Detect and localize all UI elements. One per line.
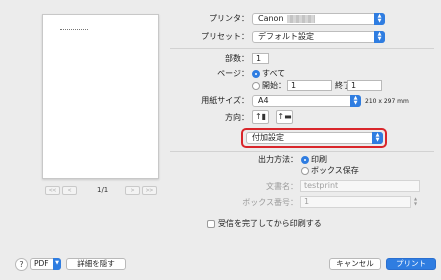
popup-arrows-icon: ▲ ▼ xyxy=(372,132,383,144)
paper-size-label: 用紙サイズ： xyxy=(201,96,249,105)
printer-popup[interactable]: Canon ▲ ▼ xyxy=(252,13,385,25)
printer-label: プリンタ： xyxy=(209,14,249,23)
last-page-button[interactable]: >> xyxy=(142,186,157,195)
orientation-label: 方向： xyxy=(225,113,249,122)
pages-label: ページ： xyxy=(217,69,249,78)
redacted-printer-name xyxy=(286,14,315,23)
preset-popup[interactable]: デフォルト設定 ▲ ▼ xyxy=(252,31,385,43)
preset-label: プリセット： xyxy=(201,32,249,41)
divider xyxy=(170,151,434,152)
divider xyxy=(170,48,434,49)
chevron-down-icon: ▼ xyxy=(53,258,61,270)
print-preview xyxy=(42,14,159,179)
box-number-field[interactable]: 1 xyxy=(300,196,411,208)
paper-dimensions: 210 x 297 mm xyxy=(365,98,409,105)
box-number-label: ボックス番号： xyxy=(242,198,298,207)
pages-from-field[interactable]: 1 xyxy=(287,80,332,91)
document-name-field[interactable]: testprint xyxy=(300,180,420,192)
document-name-label: 文書名： xyxy=(266,182,298,191)
output-print-radio[interactable] xyxy=(301,156,309,164)
pages-to-field[interactable]: 1 xyxy=(347,80,382,91)
output-box-radio[interactable] xyxy=(301,167,309,175)
preset-value: デフォルト設定 xyxy=(258,32,314,41)
section-popup-value: 付加設定 xyxy=(252,133,284,142)
pdf-menu-button[interactable]: PDF ▼ xyxy=(30,258,61,270)
portrait-button[interactable]: ↑▮ xyxy=(252,110,269,124)
paper-size-popup[interactable]: A4 ▲ ▼ xyxy=(252,95,361,107)
paper-size-value: A4 xyxy=(258,96,269,105)
output-box-label: ボックス保存 xyxy=(311,166,359,175)
printer-value: Canon xyxy=(258,14,284,23)
hide-details-button[interactable]: 詳細を隠す xyxy=(66,258,126,270)
output-method-label: 出力方法： xyxy=(258,155,298,164)
popup-arrows-icon: ▲ ▼ xyxy=(350,95,361,107)
section-popup[interactable]: 付加設定 ▲ ▼ xyxy=(246,132,383,144)
cancel-button[interactable]: キャンセル xyxy=(329,258,381,270)
first-page-button[interactable]: << xyxy=(45,186,60,195)
landscape-icon: ↑▬ xyxy=(277,112,292,121)
copies-field[interactable]: 1 xyxy=(252,53,269,64)
page-indicator: 1/1 xyxy=(97,186,109,194)
pdf-label: PDF xyxy=(34,259,49,268)
preview-text-line xyxy=(60,29,88,30)
next-page-button[interactable]: > xyxy=(125,186,140,195)
print-button[interactable]: プリント xyxy=(386,258,436,270)
portrait-icon: ↑▮ xyxy=(254,112,267,121)
prev-page-button[interactable]: < xyxy=(62,186,77,195)
popup-arrows-icon: ▲ ▼ xyxy=(374,13,385,25)
box-number-stepper[interactable]: ▲ ▼ xyxy=(412,196,419,207)
pages-all-radio[interactable] xyxy=(252,70,260,78)
copies-label: 部数： xyxy=(225,54,249,63)
popup-arrows-icon: ▲ ▼ xyxy=(374,31,385,43)
confirm-before-print-label: 受信を完了してから印刷する xyxy=(218,219,322,228)
confirm-before-print-checkbox[interactable] xyxy=(207,220,215,228)
pages-from-label: 開始： xyxy=(262,81,286,90)
pages-range-radio[interactable] xyxy=(252,82,260,90)
help-button[interactable]: ? xyxy=(15,258,28,271)
pages-all-label: すべて xyxy=(262,69,286,78)
landscape-button[interactable]: ↑▬ xyxy=(276,110,293,124)
output-print-label: 印刷 xyxy=(311,155,327,164)
